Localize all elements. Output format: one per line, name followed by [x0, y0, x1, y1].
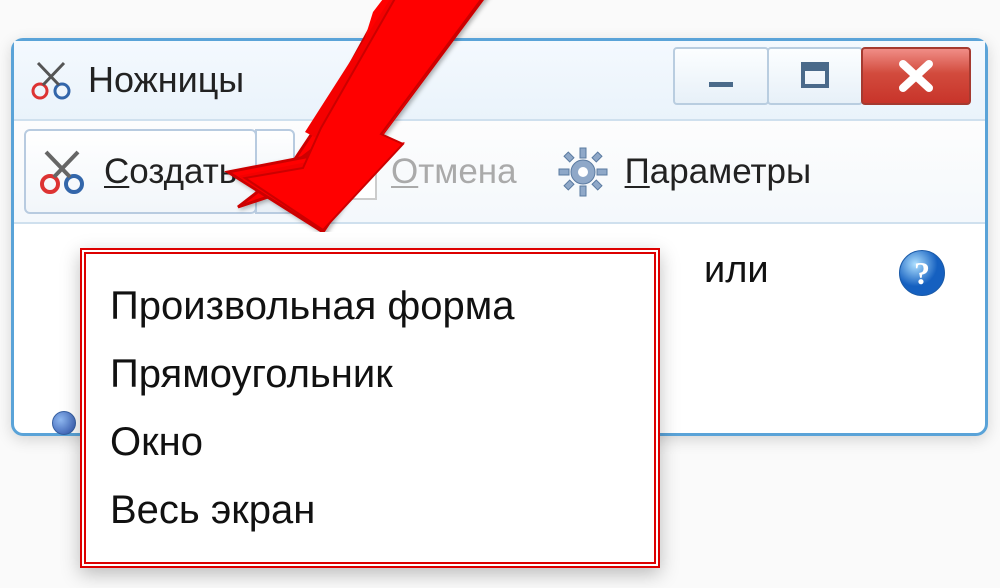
- close-button[interactable]: [861, 47, 971, 105]
- dropdown-item-fullscreen[interactable]: Весь экран: [110, 476, 630, 544]
- help-icon[interactable]: ?: [897, 248, 947, 298]
- scissors-app-icon: [28, 57, 74, 103]
- toolbar: Создать Отмена: [14, 119, 985, 224]
- options-button[interactable]: Параметры: [537, 129, 832, 214]
- minimize-button[interactable]: [673, 47, 769, 105]
- bullet-dot-icon: [52, 411, 76, 435]
- cancel-button: Отмена: [309, 129, 537, 214]
- scissors-icon: [36, 146, 88, 198]
- options-label: Параметры: [625, 152, 812, 192]
- dropdown-item-window[interactable]: Окно: [110, 408, 630, 476]
- partial-hidden-text: или: [704, 249, 769, 292]
- chevron-down-icon: [265, 166, 285, 178]
- dropdown-item-rectangle[interactable]: Прямоугольник: [110, 340, 630, 408]
- dropdown-item-freeform[interactable]: Произвольная форма: [110, 272, 630, 340]
- new-snip-label: Создать: [104, 152, 237, 192]
- new-snip-dropdown-button[interactable]: [255, 129, 295, 214]
- svg-text:?: ?: [914, 255, 930, 291]
- snip-mode-dropdown: Произвольная форма Прямоугольник Окно Ве…: [80, 248, 660, 568]
- cancel-page-icon: [329, 144, 377, 200]
- cancel-label: Отмена: [391, 152, 517, 192]
- maximize-button[interactable]: [767, 47, 863, 105]
- window-title: Ножницы: [88, 59, 244, 101]
- gear-icon: [557, 146, 609, 198]
- caption-buttons: [675, 47, 971, 105]
- titlebar: Ножницы: [14, 41, 985, 119]
- new-snip-button[interactable]: Создать: [24, 129, 257, 214]
